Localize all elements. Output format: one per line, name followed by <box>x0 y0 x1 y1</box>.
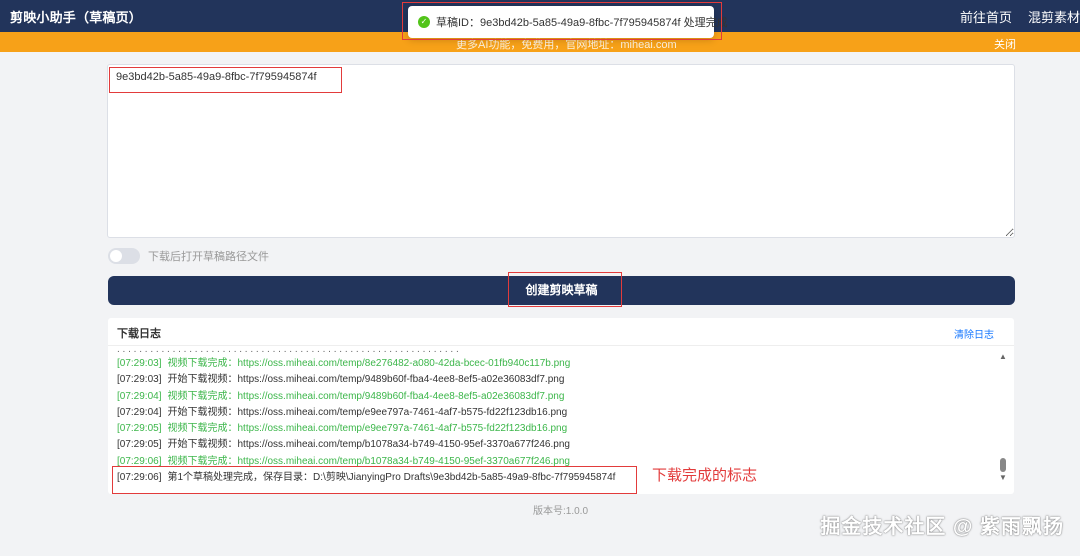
annotation-box-final-log <box>112 466 637 494</box>
log-header: 下载日志 清除日志 <box>108 318 1014 346</box>
log-line: [07:29:03] 视频下载完成：https://oss.miheai.com/… <box>117 356 987 372</box>
log-label: 视频下载完成： <box>167 423 238 435</box>
toggle-label: 下载后打开草稿路径文件 <box>148 251 269 263</box>
log-line: [07:29:04] 开始下载视频：https://oss.miheai.com/… <box>117 405 987 421</box>
log-url: https://oss.miheai.com/temp/9489b60f-fba… <box>237 390 565 402</box>
log-line: [07:29:05] 视频下载完成：https://oss.miheai.com/… <box>117 421 987 437</box>
annotation-box-toast <box>402 2 722 40</box>
nav-link-mix-material[interactable]: 混剪素材 <box>1028 7 1080 26</box>
log-label: 开始下载视频： <box>167 374 238 386</box>
watermark: 掘金技术社区 @ 紫雨飘扬 <box>820 516 1064 538</box>
log-label: 视频下载完成： <box>167 390 238 402</box>
log-line: [07:29:04] 视频下载完成：https://oss.miheai.com/… <box>117 389 987 405</box>
log-line-partial: . . . . . . . . . . . . . . . . . . . . … <box>117 348 459 355</box>
annotation-note: 下载完成的标志 <box>652 467 758 484</box>
log-scrollbar[interactable]: ▲ ▼ <box>998 350 1008 486</box>
banner-close-button[interactable]: 关闭 <box>994 36 1016 52</box>
annotation-box-create-button <box>508 272 622 307</box>
log-line: [07:29:03] 开始下载视频：https://oss.miheai.com/… <box>117 372 987 388</box>
scroll-up-arrow-icon[interactable]: ▲ <box>998 352 1008 361</box>
log-time: [07:29:04] <box>117 406 162 418</box>
log-url: https://oss.miheai.com/temp/e9ee797a-746… <box>237 423 568 435</box>
version-label: 版本号:1.0.0 <box>533 506 589 517</box>
log-url: https://oss.miheai.com/temp/8e276482-a08… <box>237 358 571 369</box>
toggle-knob <box>110 250 122 262</box>
log-label: 开始下载视频： <box>167 439 238 451</box>
log-url: https://oss.miheai.com/temp/9489b60f-fba… <box>237 374 565 386</box>
log-time: [07:29:03] <box>117 374 162 386</box>
nav-link-home[interactable]: 前往首页 <box>960 7 1012 26</box>
log-time: [07:29:03] <box>117 358 162 369</box>
open-folder-toggle[interactable] <box>108 248 140 264</box>
log-url: https://oss.miheai.com/temp/e9ee797a-746… <box>237 406 568 418</box>
scroll-down-arrow-icon[interactable]: ▼ <box>998 473 1008 482</box>
log-line: [07:29:05] 开始下载视频：https://oss.miheai.com/… <box>117 437 987 453</box>
log-label: 视频下载完成： <box>167 358 238 369</box>
clear-log-button[interactable]: 清除日志 <box>954 326 994 341</box>
app-title: 剪映小助手（草稿页） <box>10 10 143 25</box>
annotation-box-draft-id <box>109 67 342 93</box>
open-folder-toggle-row: 下载后打开草稿路径文件 <box>108 248 269 264</box>
scroll-thumb[interactable] <box>1000 458 1006 472</box>
log-time: [07:29:04] <box>117 390 162 402</box>
log-label: 开始下载视频： <box>167 406 238 418</box>
log-time: [07:29:05] <box>117 439 162 451</box>
nav-links: 前往首页 混剪素材 <box>960 7 1080 26</box>
log-url: https://oss.miheai.com/temp/b1078a34-b74… <box>237 439 570 451</box>
log-title: 下载日志 <box>117 328 161 340</box>
log-time: [07:29:05] <box>117 423 162 435</box>
